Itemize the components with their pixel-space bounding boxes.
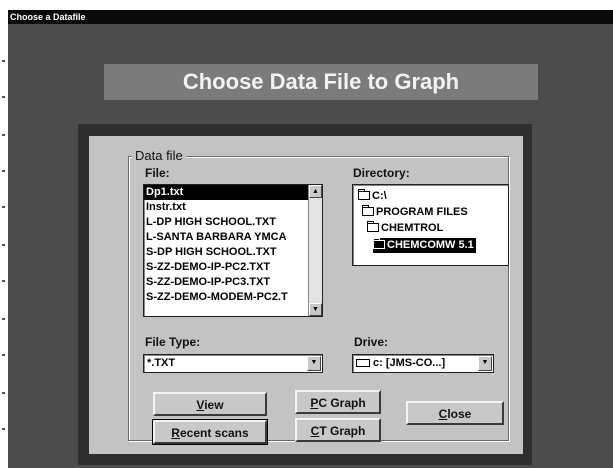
directory-item-label: CHEMTROL — [381, 222, 444, 234]
directory-label: Directory: — [353, 166, 410, 180]
recent-scans-mnemonic: R — [171, 426, 180, 440]
file-list-item[interactable]: Instr.txt — [144, 200, 308, 215]
window-title: Choose a Datafile — [8, 10, 613, 24]
data-file-dialog: Data file File: Directory: Dp1.txt Instr… — [89, 136, 523, 454]
folder-open-icon — [362, 205, 374, 216]
view-button-label: iew — [204, 398, 224, 412]
recent-scans-label: ecent scans — [179, 426, 249, 440]
directory-item-label: PROGRAM FILES — [376, 206, 468, 218]
desktop-edge — [0, 0, 8, 468]
scroll-down-arrow-icon[interactable]: ▼ — [309, 303, 322, 316]
window-client-area: Choose Data File to Graph Data file File… — [8, 24, 613, 468]
drive-icon — [356, 359, 370, 367]
folder-open-icon — [367, 221, 379, 232]
directory-item[interactable]: PROGRAM FILES — [362, 205, 470, 220]
folder-open-icon — [358, 189, 370, 200]
folder-open-icon — [373, 238, 385, 249]
file-listbox[interactable]: Dp1.txt Instr.txt L-DP HIGH SCHOOL.TXT L… — [143, 184, 323, 317]
file-list-item[interactable]: S-DP HIGH SCHOOL.TXT — [144, 245, 308, 260]
drive-select[interactable]: c: [JMS-CO...] ▼ — [352, 354, 494, 373]
directory-item[interactable]: CHEMTROL — [367, 221, 445, 236]
drive-value: c: [JMS-CO...] — [373, 357, 446, 369]
directory-listbox[interactable]: C:\ PROGRAM FILES CHEMTROL CHEMCOMW 5.1 — [352, 184, 509, 266]
file-type-value: *.TXT — [147, 357, 176, 369]
scroll-up-arrow-icon[interactable]: ▲ — [309, 185, 322, 198]
drive-label: Drive: — [354, 335, 389, 349]
file-list-scrollbar[interactable]: ▲ ▼ — [308, 185, 322, 316]
directory-item-label: C:\ — [372, 190, 387, 202]
file-type-label: File Type: — [145, 335, 201, 349]
close-button-label: lose — [447, 407, 472, 421]
directory-item[interactable]: C:\ — [358, 189, 389, 204]
file-type-select[interactable]: *.TXT ▼ — [143, 354, 323, 373]
groupbox-title: Data file — [132, 148, 186, 163]
file-label: File: — [145, 166, 170, 180]
file-list-item[interactable]: L-SANTA BARBARA YMCA — [144, 230, 308, 245]
directory-item-selected[interactable]: CHEMCOMW 5.1 — [373, 238, 476, 253]
file-list-item[interactable]: S-ZZ-DEMO-IP-PC3.TXT — [144, 275, 308, 290]
recent-scans-button[interactable]: Recent scans — [152, 419, 268, 445]
file-list-item[interactable]: L-DP HIGH SCHOOL.TXT — [144, 215, 308, 230]
pc-graph-button[interactable]: PC Graph — [295, 390, 381, 414]
view-button[interactable]: View — [153, 392, 267, 416]
datafile-window: Choose a Datafile Choose Data File to Gr… — [8, 10, 613, 468]
page-title: Choose Data File to Graph — [104, 64, 538, 100]
ct-graph-label: T Graph — [319, 424, 366, 438]
pc-graph-label: C Graph — [318, 396, 366, 410]
dropdown-arrow-icon[interactable]: ▼ — [478, 356, 492, 371]
file-list-item[interactable]: Dp1.txt — [144, 185, 308, 200]
file-list-item[interactable]: S-ZZ-DEMO-IP-PC2.TXT — [144, 260, 308, 275]
dropdown-arrow-icon[interactable]: ▼ — [307, 356, 321, 371]
ct-graph-button[interactable]: CT Graph — [295, 418, 381, 442]
file-list-item[interactable]: S-ZZ-DEMO-MODEM-PC2.T — [144, 290, 308, 305]
directory-item-label: CHEMCOMW 5.1 — [387, 239, 474, 251]
close-button[interactable]: Close — [406, 401, 504, 425]
